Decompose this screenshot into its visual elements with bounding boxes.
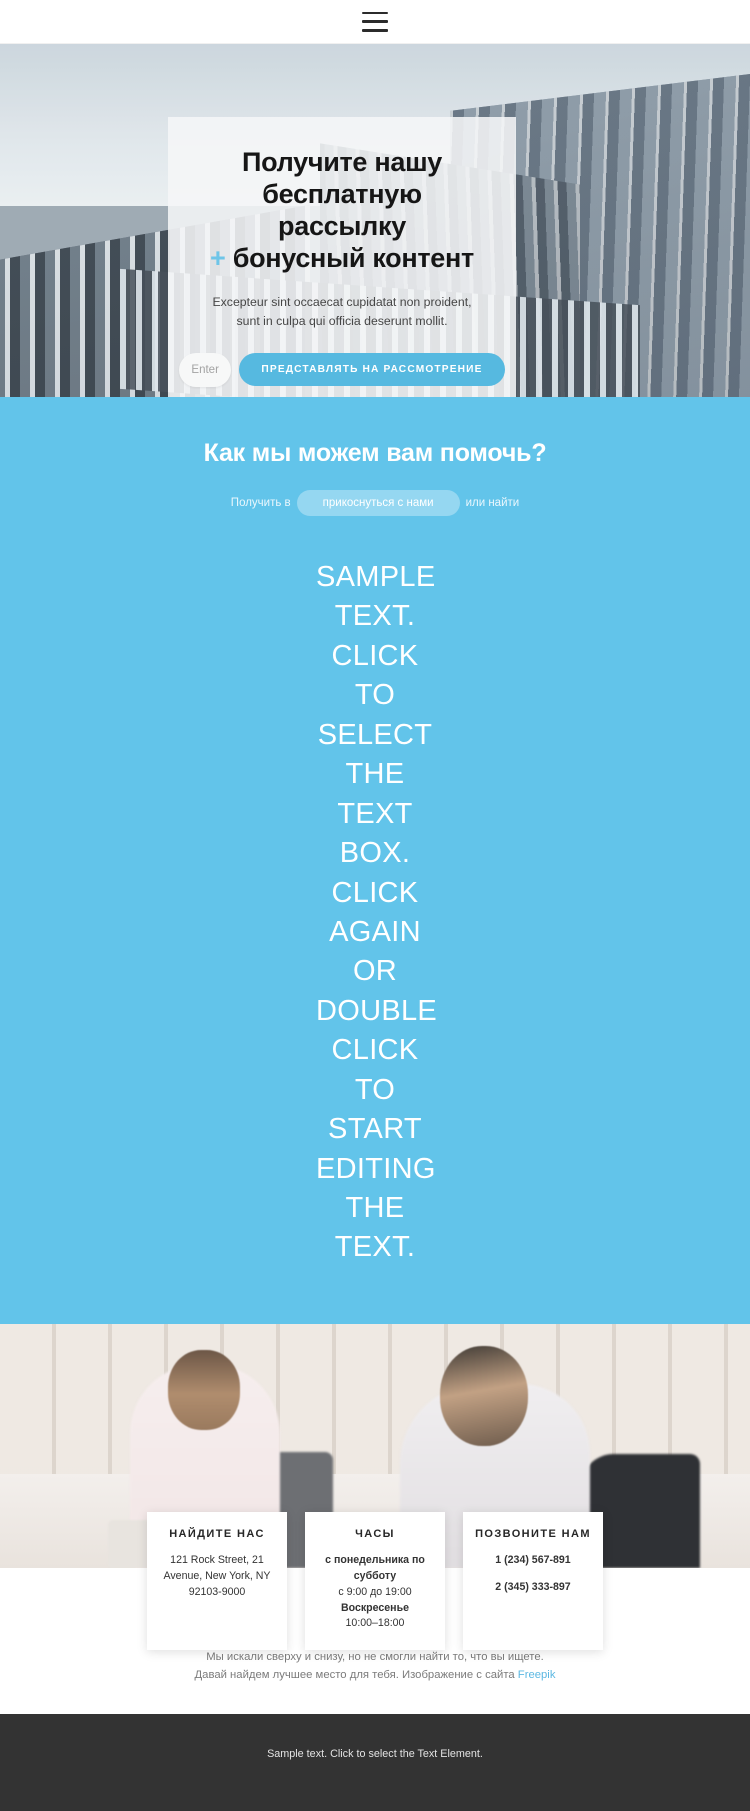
freepik-link-footer[interactable]: Freepik: [518, 1669, 556, 1681]
info-card-hours: ЧАСЫ с понедельника по субботу с 9:00 до…: [305, 1511, 445, 1651]
card-title: ЧАСЫ: [355, 1527, 395, 1540]
help-section: Как мы можем вам помочь? Получить в прик…: [0, 397, 750, 1324]
card-title: НАЙДИТЕ НАС: [169, 1527, 265, 1540]
contact-us-pill-button[interactable]: прикоснуться с нами: [296, 490, 460, 516]
card-line: Avenue, New York, NY: [163, 1569, 271, 1582]
info-cards-row: НАЙДИТЕ НАС 121 Rock Street, 21 Avenue, …: [0, 1511, 750, 1651]
card-line: Воскресенье: [341, 1601, 409, 1614]
phone-number-secondary: 2 (345) 333-897: [495, 1580, 571, 1593]
hero-title-line-1: Получите нашу: [242, 147, 442, 177]
footer-text[interactable]: Sample text. Click to select the Text El…: [267, 1748, 483, 1760]
sample-text-box[interactable]: SAMPLE TEXT. CLICK TO SELECT THE TEXT BO…: [316, 558, 437, 1268]
phone-number-primary: 1 (234) 567-891: [495, 1553, 571, 1566]
email-input[interactable]: [179, 352, 232, 387]
card-title: ПОЗВОНИТЕ НАМ: [475, 1527, 591, 1540]
newsletter-signup-card: Получите нашу бесплатную рассылку + бону…: [168, 117, 516, 397]
person-man-head: [440, 1345, 528, 1446]
card-line: с понедельника по: [325, 1553, 425, 1566]
top-navigation-bar: [0, 0, 750, 44]
card-line: субботу: [353, 1569, 397, 1582]
hero-section: Получите нашу бесплатную рассылку + бону…: [0, 44, 750, 397]
burger-line: [362, 20, 388, 23]
bottom-note-line-2: Давай найдем лучшее место для тебя. Изоб…: [60, 1666, 690, 1684]
hero-title-line-3: бонусный контент: [232, 242, 475, 273]
bottom-note: Мы искали сверху и снизу, но не смогли н…: [0, 1648, 750, 1715]
card-line: 121 Rock Street, 21: [170, 1553, 264, 1566]
card-line: 92103-9000: [188, 1585, 246, 1598]
help-title: Как мы можем вам помочь?: [203, 439, 547, 467]
hamburger-menu-icon[interactable]: [362, 11, 388, 32]
help-subtitle-row: Получить в прикоснуться с нами или найти: [0, 490, 750, 516]
info-card-call-us: ПОЗВОНИТЕ НАМ 1 (234) 567-891 2 (345) 33…: [463, 1511, 603, 1651]
help-subtitle-before: Получить в: [230, 497, 291, 509]
burger-line: [362, 11, 388, 15]
hero-subtitle: Excepteur sint occaecat cupidatat non pr…: [212, 295, 472, 329]
burger-line: [362, 28, 388, 32]
wall-background: [0, 1323, 750, 1474]
person-woman-head: [168, 1349, 240, 1430]
submit-button[interactable]: ПРЕДСТАВЛЯТЬ НА РАССМОТРЕНИЕ: [239, 353, 505, 387]
help-subtitle-after: или найти: [465, 497, 520, 509]
hero-title-line-2: бесплатную рассылку: [262, 178, 422, 241]
office-photo-section: НАЙДИТЕ НАС 121 Rock Street, 21 Avenue, …: [0, 1323, 750, 1651]
page-footer: Sample text. Click to select the Text El…: [0, 1714, 750, 1811]
info-card-find-us: НАЙДИТЕ НАС 121 Rock Street, 21 Avenue, …: [147, 1511, 287, 1651]
card-line: 10:00–18:00: [345, 1617, 405, 1630]
bottom-note-line-1: Мы искали сверху и снизу, но не смогли н…: [206, 1650, 544, 1663]
hero-title: Получите нашу бесплатную рассылку + бону…: [196, 147, 488, 274]
plus-symbol: +: [210, 242, 226, 273]
bottom-note-prefix: Давай найдем лучшее место для тебя. Изоб…: [194, 1669, 518, 1682]
card-line: с 9:00 до 19:00: [338, 1585, 412, 1598]
signup-form: ПРЕДСТАВЛЯТЬ НА РАССМОТРЕНИЕ: [179, 352, 505, 387]
